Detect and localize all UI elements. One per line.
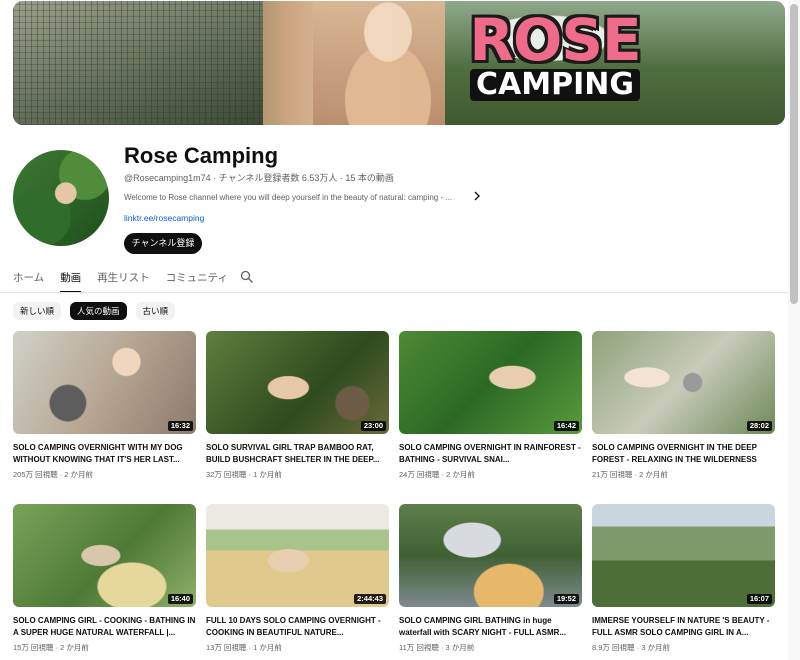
tab-videos[interactable]: 動画 [60, 268, 82, 293]
search-icon[interactable] [240, 270, 254, 284]
video-card[interactable]: 23:00 SOLO SURVIVAL GIRL TRAP BAMBOO RAT… [206, 331, 389, 480]
video-thumbnail[interactable]: 23:00 [206, 331, 389, 434]
chip-popular[interactable]: 人気の動画 [70, 302, 127, 320]
video-age: 2 か月前 [446, 470, 475, 479]
video-views: 21万 回視聴 [592, 470, 633, 479]
video-title[interactable]: SOLO CAMPING GIRL BATHING in huge waterf… [399, 615, 582, 639]
video-age: 2 か月前 [64, 470, 94, 479]
banner-logo-camping: CAMPING [470, 69, 640, 101]
video-title[interactable]: FULL 10 DAYS SOLO CAMPING OVERNIGHT - CO… [206, 615, 389, 639]
video-views: 205万 回視聴 [13, 470, 58, 479]
tab-community[interactable]: コミュニティ [166, 268, 228, 293]
video-duration: 19:52 [553, 594, 579, 604]
video-meta: 13万 回視聴 · 1 か月前 [206, 643, 282, 652]
video-card[interactable]: 16:32 SOLO CAMPING OVERNIGHT WITH MY DOG… [13, 331, 196, 480]
video-views: 32万 回視聴 [206, 470, 247, 479]
chevron-right-icon[interactable] [472, 190, 482, 205]
video-thumbnail[interactable]: 16:07 [592, 504, 775, 607]
video-thumbnail[interactable]: 16:40 [13, 504, 196, 607]
chip-newest[interactable]: 新しい順 [13, 302, 62, 320]
chip-oldest[interactable]: 古い順 [135, 302, 176, 320]
video-age: 3 か月前 [445, 643, 475, 652]
video-age: 1 か月前 [253, 470, 282, 479]
video-title[interactable]: SOLO CAMPING OVERNIGHT IN RAINFOREST - B… [399, 442, 582, 466]
video-age: 2 か月前 [639, 470, 668, 479]
video-meta: 32万 回視聴 · 1 か月前 [206, 470, 282, 479]
scrollbar-thumb[interactable] [790, 4, 798, 304]
video-views: 11万 回視聴 [399, 643, 439, 652]
sort-chips: 新しい順 人気の動画 古い順 [13, 302, 176, 320]
video-views: 13万 回視聴 [206, 643, 247, 652]
video-duration: 2:44:43 [354, 594, 386, 604]
video-thumbnail[interactable]: 19:52 [399, 504, 582, 607]
video-thumbnail[interactable]: 2:44:43 [206, 504, 389, 607]
banner-logo: ROSE CAMPING [455, 9, 655, 109]
video-meta: 24万 回視聴 · 2 か月前 [399, 470, 475, 479]
channel-banner: ROSE CAMPING [13, 1, 785, 125]
video-duration: 28:02 [746, 421, 772, 431]
video-views: 8.9万 回視聴 [592, 643, 635, 652]
channel-tabs: ホーム 動画 再生リスト コミュニティ [13, 268, 244, 293]
video-title[interactable]: IMMERSE YOURSELF IN NATURE 'S BEAUTY - F… [592, 615, 775, 639]
video-age: 1 か月前 [253, 643, 282, 652]
video-meta: 15万 回視聴 · 2 か月前 [13, 643, 89, 652]
banner-tent-image [13, 1, 263, 125]
video-duration: 16:42 [553, 421, 579, 431]
video-card[interactable]: 2:44:43 FULL 10 DAYS SOLO CAMPING OVERNI… [206, 504, 389, 653]
video-duration: 23:00 [360, 421, 386, 431]
banner-person-image [313, 1, 463, 125]
banner-logo-rose: ROSE [469, 6, 641, 74]
subscribe-button[interactable]: チャンネル登録 [124, 233, 202, 254]
video-card[interactable]: 16:42 SOLO CAMPING OVERNIGHT IN RAINFORE… [399, 331, 582, 480]
video-card[interactable]: 16:07 IMMERSE YOURSELF IN NATURE 'S BEAU… [592, 504, 775, 653]
channel-name: Rose Camping [124, 143, 279, 168]
channel-avatar[interactable] [13, 150, 109, 246]
video-views: 24万 回視聴 [399, 470, 440, 479]
tab-playlists[interactable]: 再生リスト [97, 268, 150, 293]
video-duration: 16:32 [167, 421, 193, 431]
channel-link[interactable]: linktr.ee/rosecamping [124, 212, 204, 224]
video-title[interactable]: SOLO CAMPING GIRL - COOKING - BATHING IN… [13, 615, 196, 639]
video-card[interactable]: 28:02 SOLO CAMPING OVERNIGHT IN THE DEEP… [592, 331, 775, 480]
channel-description[interactable]: Welcome to Rose channel where you will d… [124, 192, 452, 204]
video-meta: 205万 回視聴 · 2 か月前 [13, 470, 94, 479]
video-duration: 16:40 [167, 594, 193, 604]
video-title[interactable]: SOLO CAMPING OVERNIGHT WITH MY DOG WITHO… [13, 442, 196, 466]
video-meta: 21万 回視聴 · 2 か月前 [592, 470, 668, 479]
video-title[interactable]: SOLO SURVIVAL GIRL TRAP BAMBOO RAT, BUIL… [206, 442, 389, 466]
video-thumbnail[interactable]: 16:32 [13, 331, 196, 434]
video-card[interactable]: 19:52 SOLO CAMPING GIRL BATHING in huge … [399, 504, 582, 653]
video-views: 15万 回視聴 [13, 643, 54, 652]
page-scrollbar[interactable] [788, 0, 800, 660]
video-duration: 16:07 [746, 594, 772, 604]
video-age: 3 か月前 [641, 643, 670, 652]
video-thumbnail[interactable]: 16:42 [399, 331, 582, 434]
tabs-divider [0, 292, 800, 293]
video-meta: 11万 回視聴 · 3 か月前 [399, 643, 475, 652]
video-age: 2 か月前 [60, 643, 89, 652]
video-card[interactable]: 16:40 SOLO CAMPING GIRL - COOKING - BATH… [13, 504, 196, 653]
video-title[interactable]: SOLO CAMPING OVERNIGHT IN THE DEEP FORES… [592, 442, 775, 466]
video-thumbnail[interactable]: 28:02 [592, 331, 775, 434]
channel-meta: @Rosecamping1m74 · チャンネル登録者数 6.53万人 · 15… [124, 173, 394, 183]
video-meta: 8.9万 回視聴 · 3 か月前 [592, 643, 670, 652]
tab-home[interactable]: ホーム [13, 268, 44, 293]
